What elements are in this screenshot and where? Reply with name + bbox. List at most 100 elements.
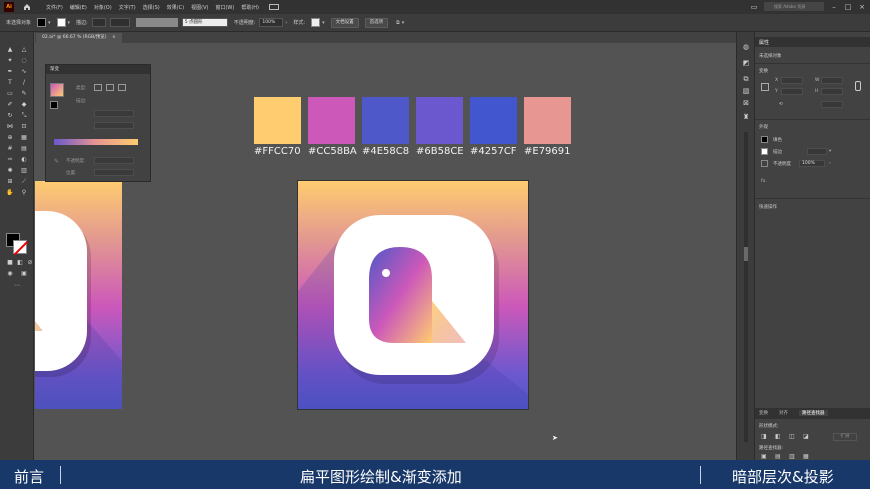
divide-icon[interactable]: ▣ xyxy=(761,453,767,460)
minus-front-icon[interactable]: ◧ xyxy=(775,433,781,440)
appearance-opacity-field[interactable]: 100% xyxy=(799,160,825,167)
menu-type[interactable]: 文字(T) xyxy=(119,4,136,11)
gradient-slider[interactable] xyxy=(54,139,138,145)
menu-window[interactable]: 窗口(W) xyxy=(215,4,234,11)
gradient-opacity-field[interactable] xyxy=(94,157,134,164)
chevron-down-icon[interactable]: ▾ xyxy=(48,20,51,26)
blend-tool-icon[interactable]: ◐ xyxy=(20,156,28,164)
color-swatch-1[interactable] xyxy=(254,97,301,144)
gradient-tool-icon[interactable]: ▤ xyxy=(20,145,28,153)
radial-gradient-button[interactable] xyxy=(106,84,114,91)
variable-width-profile[interactable] xyxy=(135,18,178,27)
linear-gradient-button[interactable] xyxy=(94,84,102,91)
lasso-tool-icon[interactable]: ◌ xyxy=(20,57,28,65)
fx-icon[interactable]: fx. xyxy=(761,179,767,184)
selection-tool-icon[interactable]: ▲ xyxy=(6,46,14,54)
none-mode-icon[interactable]: ⊘ xyxy=(26,259,34,267)
fill-swatch[interactable] xyxy=(37,18,47,27)
pen-tool-icon[interactable]: ✒ xyxy=(6,68,14,76)
appearance-stroke-field[interactable] xyxy=(807,148,827,155)
home-icon[interactable] xyxy=(22,2,32,12)
color-mode-icon[interactable]: ■ xyxy=(6,259,14,267)
curvature-tool-icon[interactable]: ∿ xyxy=(20,68,28,76)
hand-tool-icon[interactable]: ✋ xyxy=(6,189,14,197)
arrange-icon[interactable]: ▭ xyxy=(750,3,758,11)
slice-tool-icon[interactable]: ⟋ xyxy=(20,178,28,186)
magic-wand-icon[interactable]: ✦ xyxy=(6,57,14,65)
gradient-panel-header[interactable]: 渐变 xyxy=(46,65,150,74)
eyedropper-tool-icon[interactable]: ✑ xyxy=(6,156,14,164)
artboard-tool-icon[interactable]: ⊞ xyxy=(6,178,14,186)
maximize-button[interactable]: □ xyxy=(844,3,852,11)
image-trace-icon[interactable]: ◩ xyxy=(741,58,751,68)
paintbrush-tool-icon[interactable]: ✎ xyxy=(20,90,28,98)
workspace-layout-icon[interactable] xyxy=(269,4,279,10)
intersect-icon[interactable]: ◫ xyxy=(789,433,795,440)
trim-icon[interactable]: ▤ xyxy=(775,453,781,460)
color-panel-icon[interactable]: ◍ xyxy=(741,42,751,52)
width-field[interactable] xyxy=(821,77,843,84)
chevron-right-icon[interactable]: › xyxy=(285,20,287,26)
menu-help[interactable]: 帮助(H) xyxy=(241,4,259,11)
screen-mode-icon[interactable]: ▣ xyxy=(20,270,28,278)
shape-builder-icon[interactable]: ⊕ xyxy=(6,134,14,142)
minimize-button[interactable]: – xyxy=(830,3,838,11)
tab-align[interactable]: 对齐 xyxy=(779,410,788,416)
chevron-down-icon[interactable]: ▾ xyxy=(68,20,71,26)
width-tool-icon[interactable]: ⋈ xyxy=(6,123,14,131)
document-tab[interactable]: 02.ai* @ 66.67 % (RGB/预览) × xyxy=(36,33,122,43)
menu-effect[interactable]: 效果(C) xyxy=(167,4,184,11)
expand-button[interactable]: 扩展 xyxy=(833,433,857,441)
links-icon[interactable]: ⊠ xyxy=(741,98,751,108)
tab-pathfinder[interactable]: 路径查找器 xyxy=(799,410,828,416)
menu-view[interactable]: 视图(V) xyxy=(191,4,208,11)
zoom-tool-icon[interactable]: ⚲ xyxy=(20,189,28,197)
scale-tool-icon[interactable]: ⤡ xyxy=(20,112,28,120)
edit-toolbar-icon[interactable]: ⋯ xyxy=(13,282,21,290)
color-swatch-4[interactable] xyxy=(416,97,463,144)
free-transform-icon[interactable]: ⊡ xyxy=(20,123,28,131)
chevron-down-icon[interactable]: ▾ xyxy=(322,20,325,26)
gradient-preview[interactable] xyxy=(50,83,64,97)
menu-select[interactable]: 选择(S) xyxy=(143,4,160,11)
freeform-gradient-button[interactable] xyxy=(118,84,126,91)
menu-object[interactable]: 对象(O) xyxy=(94,4,112,11)
search-input[interactable]: 搜索 Adobe 资源 xyxy=(764,2,824,11)
gradient-angle-field[interactable] xyxy=(94,110,134,117)
graphic-style-swatch[interactable] xyxy=(311,18,321,27)
layers-icon[interactable]: ⧉ xyxy=(741,74,751,84)
properties-tab[interactable]: 属性 xyxy=(755,37,870,47)
appearance-fill-swatch[interactable] xyxy=(761,136,768,143)
gradient-fill-icon[interactable] xyxy=(50,101,58,109)
reference-point-icon[interactable] xyxy=(761,83,769,91)
chevron-right-icon[interactable]: › xyxy=(829,161,831,166)
appearance-stroke-swatch[interactable] xyxy=(761,148,768,155)
rotate-field[interactable] xyxy=(821,101,843,108)
eraser-tool-icon[interactable]: ◆ xyxy=(20,101,28,109)
chevron-down-icon[interactable]: ▾ xyxy=(829,149,831,154)
menu-file[interactable]: 文件(F) xyxy=(46,4,63,11)
gradient-location-field[interactable] xyxy=(94,169,134,176)
exclude-icon[interactable]: ◪ xyxy=(803,433,809,440)
rotate-tool-icon[interactable]: ↻ xyxy=(6,112,14,120)
opacity-field[interactable]: 100% xyxy=(259,18,284,27)
scrollbar-thumb[interactable] xyxy=(744,247,748,261)
artboard-main[interactable] xyxy=(297,180,529,410)
stroke-swatch[interactable] xyxy=(56,18,66,27)
preferences-button[interactable]: 首选项 xyxy=(364,17,389,28)
unite-icon[interactable]: ◨ xyxy=(761,433,767,440)
line-tool-icon[interactable]: / xyxy=(20,79,28,87)
rectangle-tool-icon[interactable]: ▭ xyxy=(6,90,14,98)
arrange-documents-icon[interactable]: ⧉ xyxy=(396,20,400,26)
close-tab-icon[interactable]: × xyxy=(112,35,116,40)
color-swatch-3[interactable] xyxy=(362,97,409,144)
constrain-proportions-icon[interactable] xyxy=(855,81,861,91)
column-graph-icon[interactable]: ▥ xyxy=(20,167,28,175)
perspective-grid-icon[interactable]: ▦ xyxy=(20,134,28,142)
color-swatch-2[interactable] xyxy=(308,97,355,144)
artboards-icon[interactable]: ▧ xyxy=(741,86,751,96)
color-swatch-5[interactable] xyxy=(470,97,517,144)
stroke-profile-field[interactable] xyxy=(109,18,130,27)
gradient-aspect-field[interactable] xyxy=(94,122,134,129)
document-setup-button[interactable]: 文档设置 xyxy=(330,17,359,28)
